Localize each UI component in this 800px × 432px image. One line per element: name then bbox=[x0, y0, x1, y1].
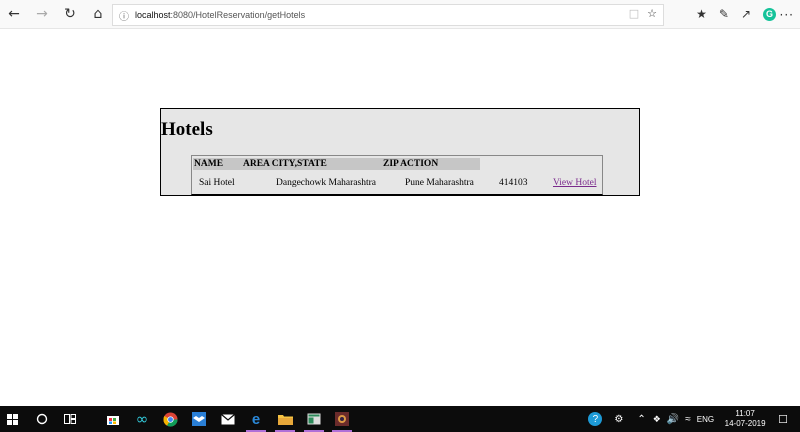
info-icon[interactable]: ⓘ bbox=[119, 8, 129, 23]
chrome-icon[interactable] bbox=[156, 406, 184, 432]
notes-pen-icon[interactable]: ✎ bbox=[719, 7, 729, 21]
wifi-icon[interactable]: ≈ bbox=[685, 414, 691, 425]
edge-browser-icon[interactable]: e bbox=[242, 406, 270, 432]
infinity-app-icon[interactable]: ∞ bbox=[128, 406, 156, 432]
header-area-city: AREA CITY,STATE bbox=[242, 158, 382, 170]
cell-zip: 414103 bbox=[499, 178, 528, 188]
search-circle-icon[interactable] bbox=[30, 406, 54, 432]
view-hotel-link[interactable]: View Hotel bbox=[553, 178, 597, 188]
clock-time: 11:07 bbox=[735, 409, 755, 418]
help-icon[interactable]: ? bbox=[588, 412, 603, 426]
refresh-icon[interactable]: ↻ bbox=[56, 0, 84, 28]
chevron-up-icon[interactable]: ⌃ bbox=[637, 414, 645, 425]
page-title: Hotels bbox=[161, 119, 213, 140]
cell-name: Sai Hotel bbox=[199, 178, 235, 188]
mail-icon[interactable] bbox=[214, 406, 242, 432]
clock-date: 14-07-2019 bbox=[724, 419, 766, 428]
cell-city-state: Pune Maharashtra bbox=[405, 178, 474, 188]
header-name: NAME bbox=[193, 158, 242, 170]
share-icon[interactable]: ↗ bbox=[741, 7, 751, 21]
game-app-icon[interactable] bbox=[328, 406, 356, 432]
file-explorer-icon[interactable] bbox=[271, 406, 299, 432]
hotels-table: NAME AREA CITY,STATE ZIP ACTION Sai Hote… bbox=[191, 155, 603, 195]
favorite-star-icon[interactable]: ☆ bbox=[647, 7, 657, 20]
home-icon[interactable]: ⌂ bbox=[84, 0, 112, 28]
window-app-icon[interactable] bbox=[300, 406, 328, 432]
grammarly-icon[interactable]: G bbox=[763, 7, 776, 21]
notifications-icon[interactable]: ☐ bbox=[778, 413, 788, 426]
system-tray: ? ⚙ ⌃ ❖ 🔊 ≈ ENG 11:07 14-07-2019 ☐ bbox=[588, 406, 800, 432]
taskbar: ∞ e ? ⚙ ⌃ ❖ 🔊 ≈ ENG 11:07 14-07-2019 ☐ bbox=[0, 406, 800, 432]
address-url[interactable]: localhost:8080/HotelReservation/getHotel… bbox=[135, 10, 305, 20]
hotels-panel: Hotels NAME AREA CITY,STATE ZIP ACTION S… bbox=[160, 108, 640, 196]
clock[interactable]: 11:07 14-07-2019 bbox=[722, 409, 768, 429]
cell-area: Dangechowk Maharashtra bbox=[276, 178, 376, 188]
windows-start-icon[interactable] bbox=[0, 406, 24, 432]
cell-action: View Hotel bbox=[553, 178, 597, 188]
dropbox-tray-icon[interactable]: ❖ bbox=[653, 414, 661, 425]
forward-arrow-icon[interactable]: → bbox=[28, 0, 56, 28]
more-menu-icon[interactable]: ··· bbox=[780, 8, 794, 22]
browser-toolbar: ← → ↻ ⌂ ⓘ localhost:8080/HotelReservatio… bbox=[0, 0, 800, 29]
reading-view-icon[interactable]: □ bbox=[629, 7, 639, 20]
volume-icon[interactable]: 🔊 bbox=[667, 414, 679, 425]
favorites-icon[interactable]: ★ bbox=[696, 7, 707, 21]
address-bar[interactable]: ⓘ localhost:8080/HotelReservation/getHot… bbox=[112, 4, 664, 26]
header-zip-action: ZIP ACTION bbox=[382, 158, 480, 170]
store-icon[interactable] bbox=[99, 406, 127, 432]
back-arrow-icon[interactable]: ← bbox=[0, 0, 28, 28]
dropbox-icon[interactable] bbox=[185, 406, 213, 432]
people-icon[interactable]: ⚙ bbox=[614, 414, 623, 425]
language-indicator[interactable]: ENG bbox=[697, 415, 714, 424]
task-view-icon[interactable] bbox=[58, 406, 82, 432]
